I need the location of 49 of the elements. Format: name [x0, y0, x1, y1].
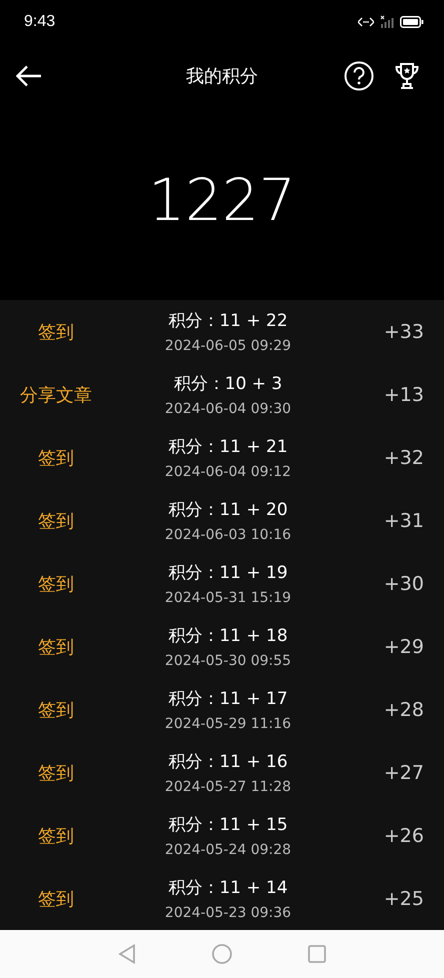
- signal-icon: [380, 15, 394, 29]
- points-formula: 积分：11 + 21: [168, 436, 288, 458]
- points-delta: +29: [382, 636, 425, 658]
- clock: 9:43: [24, 13, 56, 31]
- record-type: 签到: [37, 510, 75, 532]
- points-delta: +26: [382, 824, 425, 846]
- points-delta: +28: [382, 698, 425, 720]
- record-type: 签到: [37, 320, 75, 344]
- points-delta: +27: [382, 762, 425, 784]
- record-type: 签到: [37, 888, 75, 910]
- points-formula: 积分：11 + 19: [168, 562, 288, 584]
- record-type: 分享文章: [19, 384, 93, 406]
- record-time: 2024-05-31 15:19: [164, 590, 292, 606]
- record-time: 2024-05-23 09:36: [164, 905, 292, 921]
- trophy-icon[interactable]: [394, 62, 420, 90]
- points-delta: +30: [382, 572, 425, 594]
- record-time: 2024-05-29 11:16: [164, 716, 292, 732]
- points-formula: 积分：11 + 15: [168, 814, 288, 836]
- points-delta: +25: [382, 888, 425, 910]
- points-formula: 积分：11 + 22: [168, 310, 288, 332]
- points-formula: 积分：11 + 16: [168, 751, 288, 773]
- record-time: 2024-05-24 09:28: [164, 842, 292, 858]
- data-transfer-icon: [358, 17, 374, 27]
- record-type: 签到: [37, 698, 75, 722]
- record-time: 2024-05-30 09:55: [164, 653, 292, 669]
- record-time: 2024-06-05 09:29: [164, 338, 292, 354]
- points-formula: 积分：10 + 3: [174, 373, 282, 395]
- record-type: 签到: [37, 824, 75, 848]
- points-delta: +32: [382, 446, 425, 468]
- record-type: 签到: [37, 446, 75, 470]
- points-delta: +13: [382, 384, 425, 406]
- record-time: 2024-05-27 11:28: [164, 779, 292, 795]
- record-type: 签到: [37, 762, 75, 784]
- points-total: 1227: [148, 166, 296, 234]
- record-time: 2024-06-04 09:30: [164, 401, 292, 417]
- record-type: 签到: [37, 636, 75, 658]
- back-icon[interactable]: [16, 65, 42, 87]
- help-icon[interactable]: [344, 61, 374, 91]
- battery-icon: [400, 16, 424, 28]
- points-delta: +31: [382, 510, 425, 532]
- points-formula: 积分：11 + 18: [168, 625, 288, 647]
- points-delta: +33: [382, 320, 425, 342]
- record-type: 签到: [37, 572, 75, 596]
- record-time: 2024-06-03 10:16: [164, 527, 292, 543]
- record-time: 2024-06-04 09:12: [164, 464, 292, 480]
- points-formula: 积分：11 + 20: [168, 499, 288, 521]
- points-formula: 积分：11 + 17: [168, 688, 288, 710]
- page-title: 我的积分: [186, 65, 258, 88]
- points-formula: 积分：11 + 14: [168, 877, 288, 899]
